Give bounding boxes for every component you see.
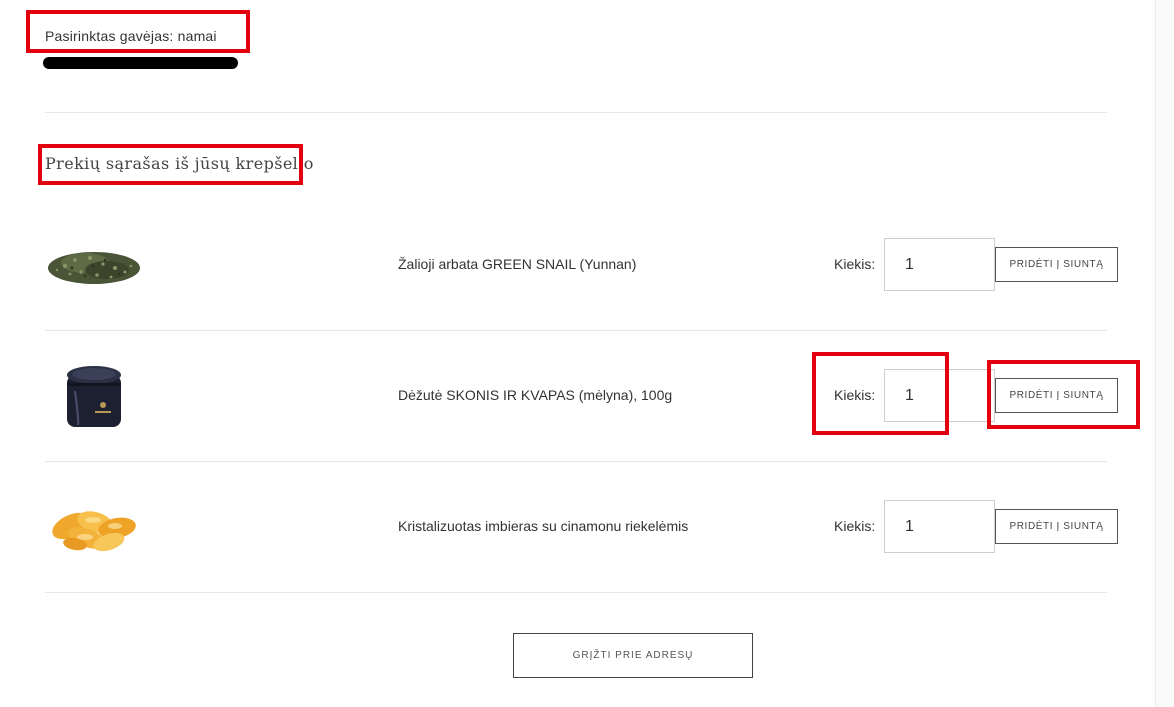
section-title: Prekių sąrašas iš jūsų krepšelio (45, 154, 314, 173)
add-to-shipment-button[interactable]: PRIDĖTI Į SIUNTĄ (995, 509, 1118, 544)
product-image-ginger-slices (45, 492, 143, 562)
quantity-label: Kiekis: (834, 256, 876, 272)
add-to-shipment-button[interactable]: PRIDĖTI Į SIUNTĄ (995, 378, 1118, 413)
product-name: Žalioji arbata GREEN SNAIL (Yunnan) (398, 256, 637, 272)
add-to-shipment-button[interactable]: PRIDĖTI Į SIUNTĄ (995, 247, 1118, 282)
page-scroll-edge (1155, 0, 1174, 707)
quantity-label: Kiekis: (834, 387, 876, 403)
quantity-input[interactable] (884, 238, 995, 291)
quantity-input[interactable] (884, 500, 995, 553)
back-to-addresses-button[interactable]: GRĮŽTI PRIE ADRESŲ (513, 633, 753, 678)
redacted-address (43, 57, 238, 69)
selected-recipient: Pasirinktas gavėjas: namai (45, 28, 217, 44)
divider (45, 112, 1107, 113)
product-name: Kristalizuotas imbieras su cinamonu riek… (398, 518, 689, 534)
product-image-tin-box (45, 361, 143, 431)
divider (45, 330, 1107, 331)
quantity-label: Kiekis: (834, 518, 876, 534)
product-name: Dėžutė SKONIS IR KVAPAS (mėlyna), 100g (398, 387, 673, 403)
divider (45, 461, 1107, 462)
quantity-input[interactable] (884, 369, 995, 422)
divider (45, 592, 1107, 593)
product-image-green-tea (45, 230, 143, 300)
